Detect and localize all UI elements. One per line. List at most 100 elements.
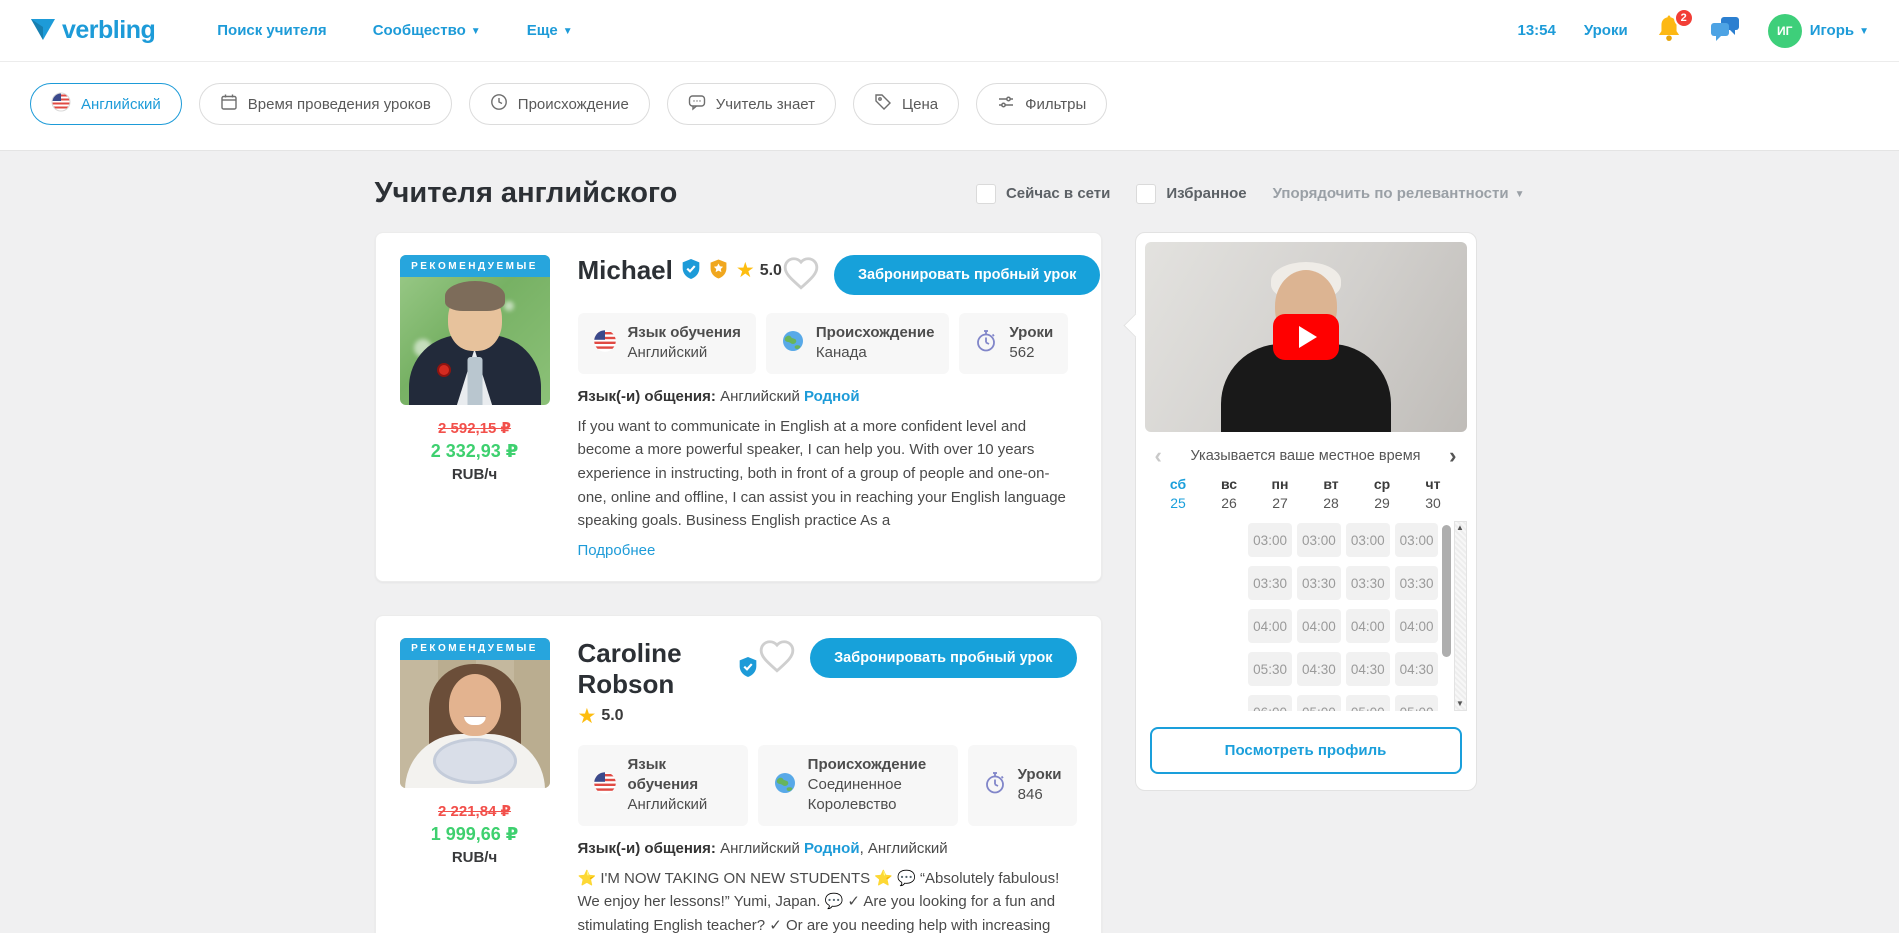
lessons-count-box: Уроки562 [959, 313, 1068, 374]
time-slot[interactable]: 05:30 [1248, 652, 1292, 686]
lessons-count-box: Уроки846 [968, 745, 1077, 826]
time-slot[interactable]: 05:00 [1346, 695, 1390, 711]
slots-scrollbar-thumb[interactable] [1442, 525, 1451, 657]
nav-find-teacher[interactable]: Поиск учителя [217, 22, 326, 39]
time-slot-empty [1151, 609, 1195, 643]
verified-badge-icon [681, 258, 701, 284]
favorite-heart-button[interactable] [758, 638, 810, 677]
day-column-сб[interactable]: сб25 [1153, 476, 1204, 511]
panel-scrollbar[interactable]: ▲ ▼ [1454, 521, 1467, 711]
filter-teacher-knows[interactable]: Учитель знает [667, 83, 836, 125]
days-row: сб25вс26пн27вт28ср29чт30 [1145, 474, 1467, 511]
time-slot[interactable]: 04:30 [1346, 652, 1390, 686]
time-slot[interactable]: 04:00 [1297, 609, 1341, 643]
favorite-heart-button[interactable] [782, 255, 834, 294]
user-menu[interactable]: ИГ Игорь▼ [1768, 14, 1869, 48]
time-slot[interactable]: 05:00 [1395, 695, 1439, 711]
time-slot[interactable]: 03:30 [1395, 566, 1439, 600]
time-slot[interactable]: 03:30 [1346, 566, 1390, 600]
book-trial-button[interactable]: Забронировать пробный урок [834, 255, 1100, 295]
origin-box: ПроисхождениеКанада [766, 313, 950, 374]
star-icon: ★ [578, 706, 597, 727]
time-slots-grid: 03:0003:0003:0003:0003:3003:3003:3003:30… [1151, 519, 1439, 711]
price-unit: RUB/ч [400, 466, 550, 483]
time-slot[interactable]: 04:30 [1297, 652, 1341, 686]
time-slot-empty [1199, 652, 1243, 686]
teaching-language-box: Язык обученияАнглийский [578, 313, 756, 374]
speaks-languages: Язык(-и) общения: Английский Родной [578, 388, 1077, 405]
time-slot[interactable]: 03:00 [1346, 523, 1390, 557]
filter-language[interactable]: Английский [30, 83, 182, 125]
time-slot[interactable]: 05:00 [1297, 695, 1341, 711]
online-now-checkbox[interactable] [976, 184, 996, 204]
time-slot[interactable]: 03:00 [1395, 523, 1439, 557]
notifications-button[interactable]: 2 [1656, 15, 1682, 47]
filter-more[interactable]: Фильтры [976, 83, 1107, 125]
nav-more[interactable]: Еще▼ [527, 22, 573, 39]
verbling-wordmark: verbling [62, 16, 155, 45]
teaching-language-box: Язык обученияАнглийский [578, 745, 748, 826]
time-slot[interactable]: 04:00 [1248, 609, 1292, 643]
availability-area: 03:0003:0003:0003:0003:3003:3003:3003:30… [1145, 519, 1467, 711]
teacher-name[interactable]: Caroline Robson [578, 638, 731, 700]
page-title: Учителя английского [375, 177, 678, 210]
price-unit: RUB/ч [400, 849, 550, 866]
us-flag-icon [51, 92, 71, 116]
time-slot[interactable]: 03:00 [1297, 523, 1341, 557]
teacher-card-caroline: РЕКОМЕНДУЕМЫЕ 2 221,84 ₽ 1 999,66 ₽ RUB/… [375, 615, 1102, 933]
time-slot-empty [1199, 523, 1243, 557]
day-column-вт[interactable]: вт28 [1306, 476, 1357, 511]
favorites-filter[interactable]: Избранное [1136, 184, 1246, 204]
youtube-play-icon[interactable] [1273, 314, 1339, 360]
time-slot[interactable]: 03:30 [1248, 566, 1292, 600]
origin-box: ПроисхождениеСоединенное Королевство [758, 745, 958, 826]
favorites-checkbox[interactable] [1136, 184, 1156, 204]
sliders-icon [997, 93, 1015, 115]
time-slot[interactable]: 04:00 [1346, 609, 1390, 643]
time-slot-empty [1151, 652, 1195, 686]
verbling-logo[interactable]: verbling [30, 16, 155, 46]
online-now-filter[interactable]: Сейчас в сети [976, 184, 1110, 204]
messages-button[interactable] [1710, 16, 1740, 46]
calendar-next-arrow[interactable]: › [1449, 445, 1456, 467]
nav-community[interactable]: Сообщество▼ [373, 22, 481, 39]
time-slot[interactable]: 06:00 [1248, 695, 1292, 711]
teacher-photo[interactable]: РЕКОМЕНДУЕМЫЕ [400, 255, 550, 405]
bell-icon [1656, 30, 1682, 47]
scroll-up-icon[interactable]: ▲ [1456, 524, 1464, 532]
time-slot[interactable]: 04:00 [1395, 609, 1439, 643]
gold-badge-icon [709, 258, 728, 284]
time-slot[interactable]: 03:30 [1297, 566, 1341, 600]
teacher-photo[interactable]: РЕКОМЕНДУЕМЫЕ [400, 638, 550, 788]
filter-bar: Английский Время проведения уроков Проис… [0, 62, 1899, 151]
current-price: 2 332,93 ₽ [400, 441, 550, 462]
globe-icon [773, 771, 797, 799]
notification-count-badge: 2 [1674, 8, 1694, 28]
nav-lessons[interactable]: Уроки [1584, 22, 1628, 39]
filter-schedule[interactable]: Время проведения уроков [199, 83, 452, 125]
calendar-prev-arrow[interactable]: ‹ [1155, 445, 1162, 467]
scroll-down-icon[interactable]: ▼ [1456, 700, 1464, 708]
filter-origin[interactable]: Происхождение [469, 83, 650, 125]
day-column-пн[interactable]: пн27 [1255, 476, 1306, 511]
sort-dropdown[interactable]: Упорядочить по релевантности ▼ [1273, 185, 1525, 202]
time-slot-empty [1199, 695, 1243, 711]
video-preview[interactable] [1145, 242, 1467, 432]
current-price: 1 999,66 ₽ [400, 824, 550, 845]
globe-icon [781, 329, 805, 357]
teacher-name[interactable]: Michael [578, 255, 673, 286]
chevron-down-icon: ▼ [471, 27, 481, 37]
day-column-ср[interactable]: ср29 [1357, 476, 1408, 511]
view-profile-button[interactable]: Посмотреть профиль [1150, 727, 1462, 774]
day-column-чт[interactable]: чт30 [1408, 476, 1459, 511]
time-slot[interactable]: 04:30 [1395, 652, 1439, 686]
filter-price[interactable]: Цена [853, 83, 959, 125]
teacher-results-list: РЕКОМЕНДУЕМЫЕ 2 592,15 ₽ 2 332,93 ₽ RUB/… [375, 232, 1102, 933]
book-trial-button[interactable]: Забронировать пробный урок [810, 638, 1076, 678]
time-slot-empty [1151, 523, 1195, 557]
time-slot[interactable]: 03:00 [1248, 523, 1292, 557]
local-time: 13:54 [1518, 22, 1556, 39]
day-column-вс[interactable]: вс26 [1204, 476, 1255, 511]
read-more-link[interactable]: Подробнее [578, 542, 656, 559]
teacher-preview-panel: ‹ Указывается ваше местное время › сб25в… [1135, 232, 1477, 791]
